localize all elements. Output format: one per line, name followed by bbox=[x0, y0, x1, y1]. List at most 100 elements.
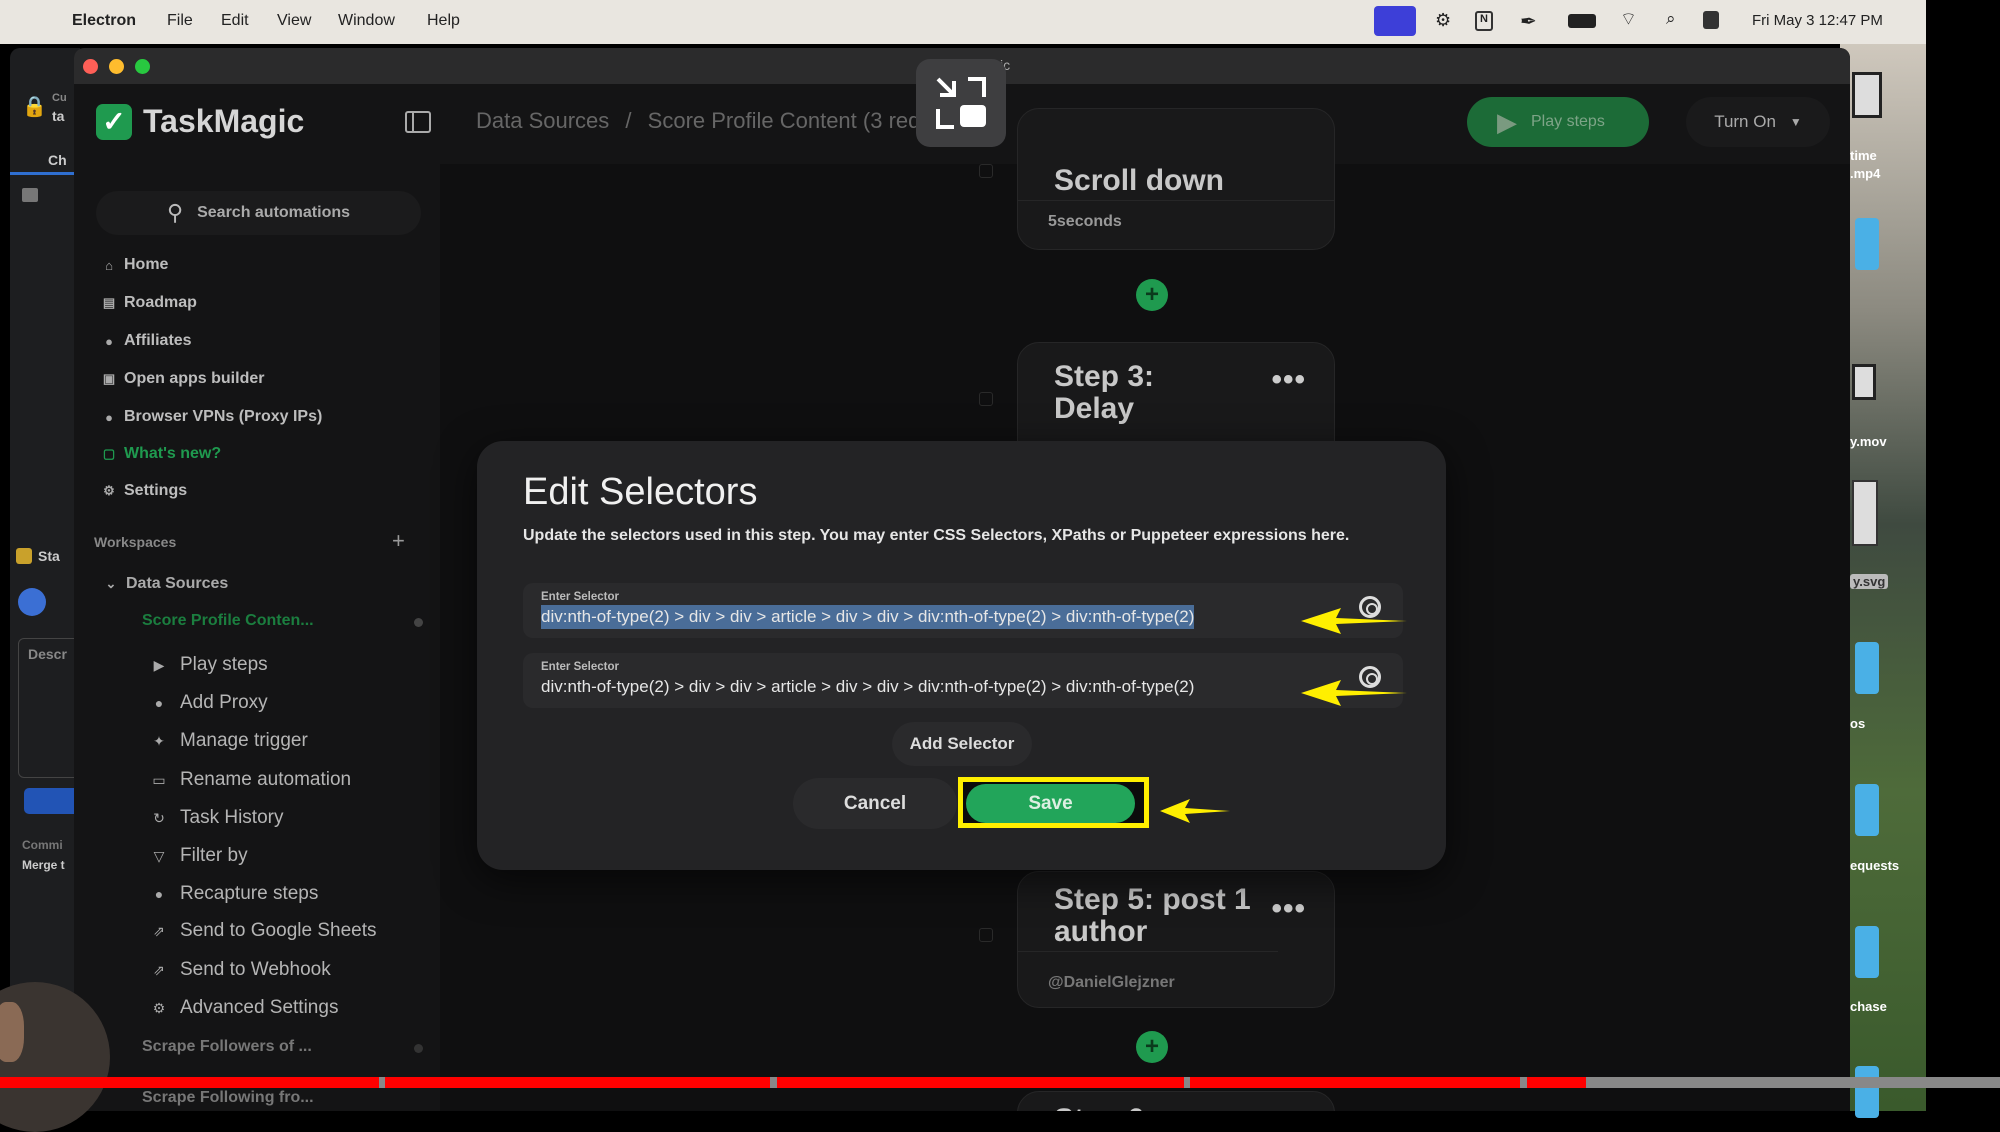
desktop-label: equests bbox=[1850, 858, 1900, 873]
chapter-segment[interactable] bbox=[1190, 1077, 1520, 1088]
play-steps-label: Play steps bbox=[1531, 113, 1605, 130]
selector-input-2[interactable]: Enter Selector div:nth-of-type(2) > div … bbox=[523, 653, 1403, 708]
chapter-segment[interactable] bbox=[777, 1077, 1184, 1088]
add-step-icon[interactable]: + bbox=[1136, 1031, 1168, 1063]
breadcrumb-data-sources[interactable]: Data Sources bbox=[476, 108, 609, 133]
workspace-data-sources[interactable]: ⌄ Data Sources bbox=[104, 575, 229, 593]
menu-advanced-settings[interactable]: ⚙ Advanced Settings bbox=[150, 997, 339, 1019]
selector-value[interactable]: div:nth-of-type(2) > div > div > article… bbox=[541, 605, 1195, 629]
video-progress-bar[interactable] bbox=[0, 1077, 2000, 1088]
more-options-icon[interactable]: ••• bbox=[1271, 363, 1306, 397]
menu-file[interactable]: File bbox=[167, 12, 193, 30]
gear-status-icon[interactable]: ⚙ bbox=[1435, 10, 1451, 31]
history-icon: ↻ bbox=[153, 809, 165, 826]
play-steps-button[interactable]: ▶ Play steps bbox=[1467, 97, 1649, 147]
menu-send-webhook[interactable]: ⇗ Send to Webhook bbox=[150, 959, 331, 981]
step-card-6[interactable]: Step 6: bbox=[1017, 1091, 1335, 1111]
menu-edit[interactable]: Edit bbox=[221, 12, 249, 30]
menu-view[interactable]: View bbox=[277, 12, 311, 30]
taskmagic-logo-icon: ✓ bbox=[96, 104, 132, 140]
sidebar-item-settings[interactable]: ⚙ Settings bbox=[102, 482, 187, 500]
menu-play-steps[interactable]: ▶ Play steps bbox=[150, 654, 268, 676]
annotation-arrow-icon bbox=[1160, 799, 1230, 823]
folder-icon[interactable] bbox=[1855, 218, 1879, 270]
folder-icon[interactable] bbox=[1855, 926, 1879, 978]
close-window-button[interactable] bbox=[83, 59, 98, 74]
add-workspace-icon[interactable]: + bbox=[392, 528, 405, 554]
automation-item-active[interactable]: Score Profile Conten... bbox=[142, 612, 314, 630]
sidebar-item-home[interactable]: ⌂ Home bbox=[102, 256, 168, 274]
maximize-window-button[interactable] bbox=[135, 59, 150, 74]
exit-fullscreen-button[interactable] bbox=[916, 59, 1006, 147]
add-selector-button[interactable]: Add Selector bbox=[892, 722, 1032, 766]
checkbox[interactable] bbox=[22, 188, 38, 202]
drag-handle[interactable] bbox=[979, 928, 993, 942]
chapter-segment[interactable] bbox=[385, 1077, 770, 1088]
control-center-icon[interactable] bbox=[1703, 11, 1719, 29]
commit-button[interactable] bbox=[24, 788, 80, 814]
selector-value[interactable]: div:nth-of-type(2) > div > div > article… bbox=[541, 675, 1194, 699]
dialog-description: Update the selectors used in this step. … bbox=[523, 527, 1350, 544]
desktop-file-icon[interactable] bbox=[1852, 364, 1876, 400]
desktop-label: y.svg bbox=[1850, 574, 1889, 589]
submenu-label: Recapture steps bbox=[180, 883, 319, 904]
menu-manage-trigger[interactable]: ✦ Manage trigger bbox=[150, 730, 308, 752]
menu-task-history[interactable]: ↻ Task History bbox=[150, 807, 283, 829]
step-title: Scroll down bbox=[1054, 164, 1225, 197]
menu-add-proxy[interactable]: ● Add Proxy bbox=[150, 692, 268, 714]
sidebar-item-apps-builder[interactable]: ▣ Open apps builder bbox=[102, 370, 265, 388]
menu-app-name[interactable]: Electron bbox=[72, 12, 136, 30]
sidebar-item-affiliates[interactable]: ● Affiliates bbox=[102, 332, 192, 350]
desktop-file-icon[interactable] bbox=[1852, 480, 1878, 546]
folder-icon[interactable] bbox=[1855, 784, 1879, 836]
search-icon[interactable]: ⌕ bbox=[1666, 9, 1676, 29]
step-card-5[interactable]: Step 5: post 1 author ••• @DanielGlejzne… bbox=[1017, 871, 1335, 1008]
pen-icon[interactable]: ✒ bbox=[1520, 9, 1537, 34]
wifi-icon[interactable]: ⌔ bbox=[1620, 8, 1637, 31]
folder-icon[interactable] bbox=[1855, 1066, 1879, 1118]
menu-help[interactable]: Help bbox=[427, 12, 460, 30]
automation-item[interactable]: Scrape Following fro... bbox=[142, 1089, 314, 1107]
submenu-label: Play steps bbox=[180, 654, 268, 675]
sidebar-item-roadmap[interactable]: ▤ Roadmap bbox=[102, 294, 197, 312]
behind-text: Sta bbox=[38, 548, 60, 564]
turn-on-dropdown[interactable]: Turn On ▼ bbox=[1686, 97, 1830, 147]
home-icon: ⌂ bbox=[105, 257, 113, 273]
save-button[interactable]: Save bbox=[966, 784, 1135, 823]
edit-selectors-dialog: Edit Selectors Update the selectors used… bbox=[477, 441, 1446, 870]
chapter-segment[interactable] bbox=[0, 1077, 379, 1088]
notion-icon[interactable]: N bbox=[1475, 11, 1493, 31]
folder-icon[interactable] bbox=[1855, 642, 1879, 694]
menu-send-google-sheets[interactable]: ⇗ Send to Google Sheets bbox=[150, 920, 376, 942]
drag-handle[interactable] bbox=[979, 164, 993, 178]
drag-handle[interactable] bbox=[979, 392, 993, 406]
behind-text: ta bbox=[52, 108, 65, 124]
clock[interactable]: Fri May 3 12:47 PM bbox=[1752, 12, 1883, 29]
selector-input-1[interactable]: Enter Selector div:nth-of-type(2) > div … bbox=[523, 583, 1403, 638]
more-options-icon[interactable]: ••• bbox=[1271, 892, 1306, 926]
dialog-title: Edit Selectors bbox=[523, 471, 758, 513]
export-icon: ⇗ bbox=[153, 922, 165, 939]
automation-item[interactable]: Scrape Followers of ... bbox=[142, 1038, 312, 1056]
add-step-icon[interactable]: + bbox=[1136, 279, 1168, 311]
menu-recapture-steps[interactable]: ● Recapture steps bbox=[150, 883, 319, 905]
folder-label: Data Sources bbox=[126, 575, 229, 592]
map-icon: ▤ bbox=[102, 295, 116, 310]
sidebar-item-whats-new[interactable]: ▢ What's new? bbox=[102, 445, 221, 463]
desktop-file-icon[interactable] bbox=[1852, 72, 1882, 118]
sidebar-toggle-icon[interactable] bbox=[405, 111, 431, 133]
sidebar-item-browser-vpns[interactable]: ● Browser VPNs (Proxy IPs) bbox=[102, 408, 322, 426]
menu-window[interactable]: Window bbox=[338, 12, 395, 30]
desktop-label: chase bbox=[1850, 999, 1887, 1014]
chapter-segment[interactable] bbox=[1527, 1077, 1586, 1088]
cancel-button[interactable]: Cancel bbox=[793, 778, 957, 829]
battery-icon[interactable] bbox=[1568, 14, 1596, 28]
step-card-scroll-down[interactable]: Scroll down 5seconds bbox=[1017, 108, 1335, 250]
screen-share-icon[interactable] bbox=[1374, 6, 1416, 36]
menu-rename-automation[interactable]: ▭ Rename automation bbox=[150, 769, 351, 791]
menu-filter-by[interactable]: ▽ Filter by bbox=[150, 845, 248, 867]
search-input[interactable]: ⚲ Search automations bbox=[96, 191, 421, 235]
minimize-window-button[interactable] bbox=[109, 59, 124, 74]
behind-tab[interactable]: Ch bbox=[48, 152, 67, 168]
avatar[interactable] bbox=[18, 588, 46, 616]
